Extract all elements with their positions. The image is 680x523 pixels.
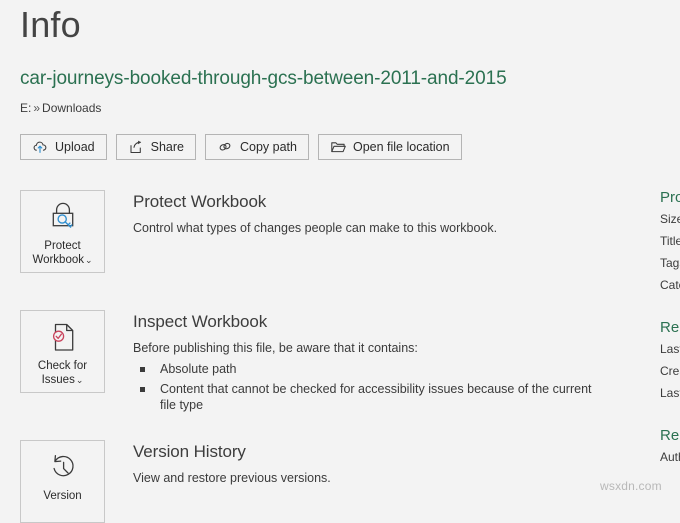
history-clock-icon (45, 450, 81, 484)
share-button-label: Share (150, 140, 184, 154)
related-people-heading: Rel (660, 427, 680, 444)
file-name: car-journeys-booked-through-gcs-between-… (20, 68, 507, 89)
chevron-down-icon: ⌄ (75, 375, 84, 385)
tile-label-line1: Check for (37, 360, 88, 372)
breadcrumb-folder: Downloads (42, 101, 102, 115)
upload-button[interactable]: Upload (20, 134, 107, 160)
protect-workbook-text: Protect Workbook Control what types of c… (133, 190, 497, 237)
share-icon (128, 139, 144, 155)
property-size[interactable]: Size (660, 208, 680, 230)
list-item: Absolute path (133, 361, 610, 377)
open-file-location-button-label: Open file location (352, 140, 450, 154)
list-item: Content that cannot be checked for acces… (133, 381, 610, 413)
share-button[interactable]: Share (115, 134, 196, 160)
property-title[interactable]: Title (660, 230, 680, 252)
version-history-heading: Version History (133, 442, 246, 461)
check-for-issues-button-label: Check for Issues⌄ (22, 359, 104, 387)
protect-workbook-button[interactable]: Protect Workbook⌄ (20, 190, 105, 273)
breadcrumb-drive: E: (20, 101, 32, 115)
chevron-down-icon: ⌄ (85, 255, 93, 265)
breadcrumb-separator-icon: » (33, 101, 41, 115)
inspect-workbook-issue-list: Absolute path Content that cannot be che… (133, 361, 610, 413)
open-file-location-button[interactable]: Open file location (317, 134, 462, 160)
file-path-breadcrumb: E:» Downloads (20, 101, 101, 115)
inspect-workbook-section: Check for Issues⌄ Inspect Workbook Befor… (20, 310, 610, 413)
properties-panel: Pro Size Title Tags Cate Rel Last Crea L… (660, 188, 680, 468)
property-tags[interactable]: Tags (660, 252, 680, 274)
copy-path-button-label: Copy path (239, 140, 297, 154)
tile-label-line2: Issues (41, 374, 75, 386)
property-created[interactable]: Crea (660, 360, 680, 382)
tile-label-line2: Workbook (32, 254, 84, 266)
check-for-issues-button[interactable]: Check for Issues⌄ (20, 310, 105, 393)
protect-workbook-section: Protect Workbook⌄ Protect Workbook Contr… (20, 190, 497, 273)
protect-workbook-heading: Protect Workbook (133, 192, 267, 211)
property-categories[interactable]: Cate (660, 274, 680, 296)
property-last-printed[interactable]: Last (660, 382, 680, 404)
version-history-description: View and restore previous versions. (133, 471, 331, 485)
cloud-upload-icon (32, 139, 48, 155)
watermark: wsxdn.com (600, 479, 662, 493)
link-icon (217, 139, 233, 155)
properties-heading: Pro (660, 189, 680, 206)
action-button-bar: Upload Share Copy path Open file locatio… (20, 134, 462, 160)
inspect-workbook-heading: Inspect Workbook (133, 312, 268, 331)
tile-label-line1: Protect (44, 240, 81, 252)
inspect-workbook-description: Before publishing this file, be aware th… (133, 341, 418, 355)
lock-key-icon (45, 200, 81, 234)
version-history-text: Version History View and restore previou… (133, 440, 331, 487)
version-history-button-label: Version (43, 490, 82, 502)
protect-workbook-button-label: Protect Workbook⌄ (22, 239, 104, 267)
inspect-workbook-text: Inspect Workbook Before publishing this … (133, 310, 610, 413)
version-history-button[interactable]: Version (20, 440, 105, 523)
copy-path-button[interactable]: Copy path (204, 134, 309, 160)
protect-workbook-description: Control what types of changes people can… (133, 221, 498, 235)
related-dates-heading: Rel (660, 319, 680, 336)
upload-button-label: Upload (55, 140, 95, 154)
version-history-section: Version Version History View and restore… (20, 440, 331, 523)
folder-open-icon (330, 139, 346, 155)
property-last-modified[interactable]: Last (660, 338, 680, 360)
property-author[interactable]: Auth (660, 446, 680, 468)
page-title: Info (20, 4, 81, 45)
document-check-icon (45, 320, 81, 354)
